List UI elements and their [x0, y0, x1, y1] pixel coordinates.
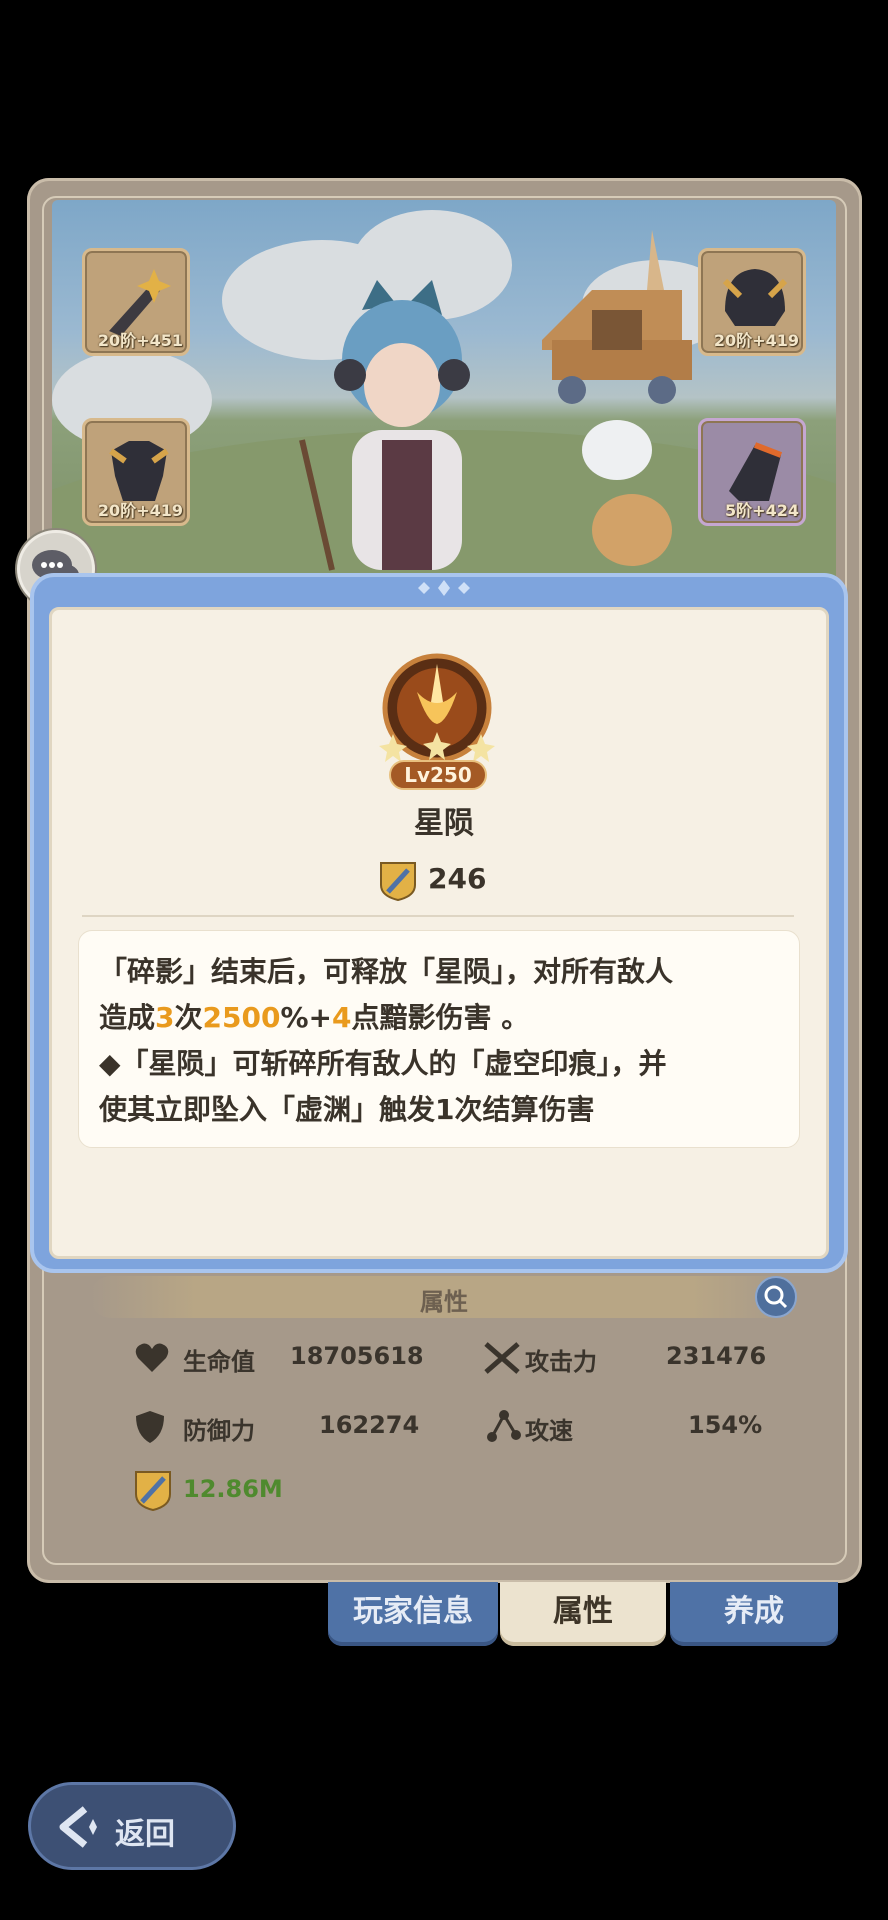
equip-level: 5阶+424	[725, 501, 799, 520]
attack-speed-icon	[487, 1410, 521, 1442]
search-icon	[764, 1285, 788, 1309]
pet-illustration	[582, 420, 672, 566]
attributes-title: 属性	[420, 1288, 468, 1316]
equip-level: 20阶+451	[97, 331, 183, 350]
shield-icon	[136, 1411, 164, 1443]
def-value: 162274	[319, 1411, 420, 1439]
skill-level-badge: Lv250	[389, 760, 487, 790]
divider	[82, 915, 794, 917]
hp-value: 18705618	[290, 1342, 424, 1370]
search-button[interactable]	[755, 1276, 797, 1318]
ornament-icon	[418, 580, 470, 596]
skill-name: 星陨	[414, 806, 474, 841]
heart-icon	[135, 1343, 169, 1372]
equip-slot-weapon[interactable]: 20阶+451	[82, 248, 190, 356]
tab-player-info[interactable]: 玩家信息	[328, 1582, 498, 1646]
back-label: 返回	[115, 1817, 175, 1852]
spd-label: 攻速	[525, 1417, 573, 1445]
back-button[interactable]: 返回	[28, 1782, 236, 1870]
atk-label: 攻击力	[525, 1348, 597, 1376]
skill-description-box: 「碎影」结束后，可释放「星陨」，对所有敌人 造成3次2500%+4点黯影伤害 。…	[78, 930, 800, 1148]
combat-power-icon	[380, 862, 416, 902]
hp-label: 生命值	[183, 1348, 255, 1376]
skill-description: 「碎影」结束后，可释放「星陨」，对所有敌人 造成3次2500%+4点黯影伤害 。…	[99, 949, 789, 1133]
character-illustration	[299, 280, 470, 571]
desc-line: ◆「星陨」可斩碎所有敌人的「虚空印痕」，并	[99, 1047, 667, 1080]
equip-level: 20阶+419	[97, 501, 183, 520]
equip-slot-armor[interactable]: 20阶+419	[82, 418, 190, 526]
tab-training[interactable]: 养成	[670, 1582, 838, 1646]
back-arrow-icon	[59, 1806, 97, 1848]
desc-line: 造成3次2500%+4点黯影伤害 。	[99, 1001, 530, 1034]
house-cart-illustration	[542, 230, 692, 404]
tab-attributes[interactable]: 属性	[500, 1582, 666, 1646]
skill-power-value: 246	[428, 862, 487, 895]
atk-value: 231476	[666, 1342, 767, 1370]
combat-power-icon	[135, 1471, 171, 1512]
combat-power-value: 12.86M	[183, 1475, 283, 1503]
equip-slot-accessory[interactable]: 5阶+424	[698, 418, 806, 526]
attributes-header: 属性	[90, 1276, 798, 1318]
equip-level: 20阶+419	[713, 331, 799, 350]
desc-line: 使其立即坠入「虚渊」触发1次结算伤害	[99, 1093, 595, 1126]
crossed-swords-icon	[484, 1342, 520, 1374]
def-label: 防御力	[183, 1417, 255, 1445]
skill-power-row: 246	[378, 860, 486, 902]
equip-slot-helmet[interactable]: 20阶+419	[698, 248, 806, 356]
desc-line: 「碎影」结束后，可释放「星陨」，对所有敌人	[99, 955, 674, 988]
skill-icon	[379, 653, 495, 763]
spd-value: 154%	[688, 1411, 763, 1439]
